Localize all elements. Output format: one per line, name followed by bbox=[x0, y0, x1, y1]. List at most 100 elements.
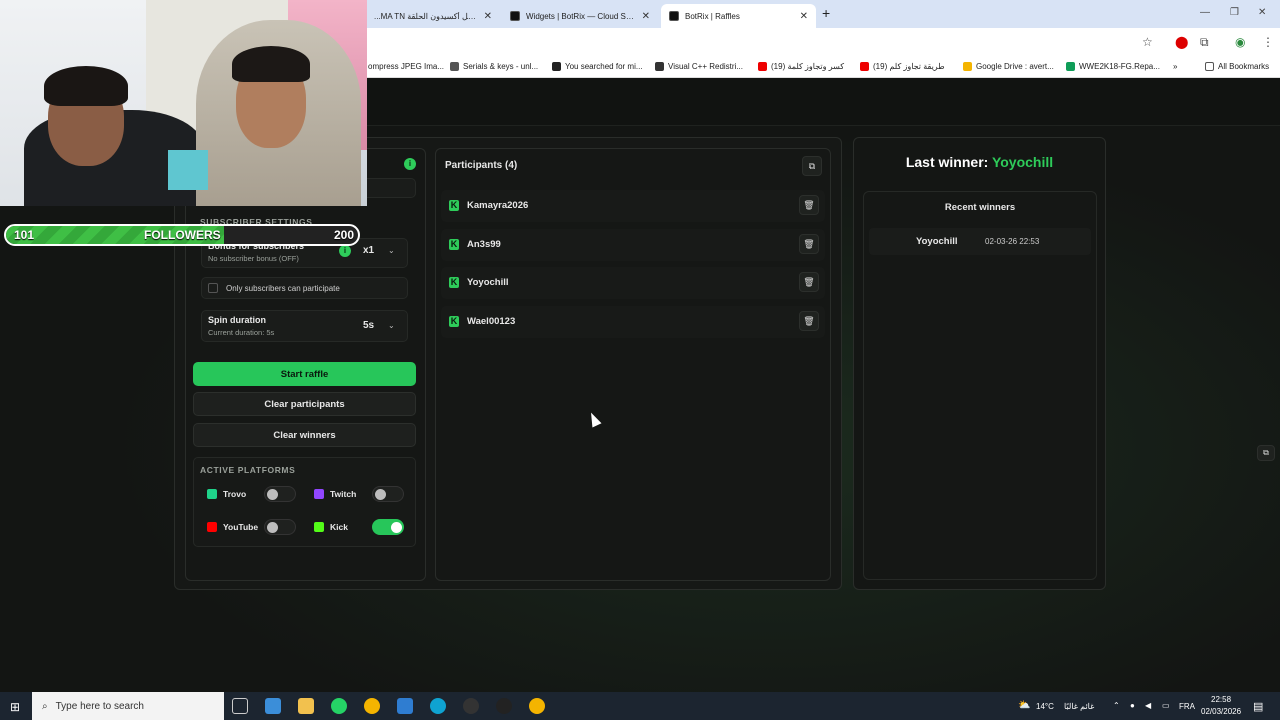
clear-winners-button[interactable]: Clear winners bbox=[193, 423, 416, 447]
trovo-toggle[interactable] bbox=[264, 486, 296, 502]
obs-icon[interactable] bbox=[463, 698, 479, 714]
kick-icon: K bbox=[449, 239, 459, 250]
close-window-icon[interactable]: ✕ bbox=[1258, 7, 1266, 18]
twitch-icon bbox=[314, 489, 324, 499]
participant-name: Wael00123 bbox=[467, 316, 516, 327]
close-icon[interactable]: ✕ bbox=[484, 11, 492, 22]
microphone-icon[interactable]: ● bbox=[1130, 701, 1135, 710]
menu-icon[interactable]: ⋮ bbox=[1262, 35, 1274, 49]
platform-label: Kick bbox=[330, 522, 348, 532]
recent-winner-date: 02-03-26 22:53 bbox=[985, 237, 1040, 246]
followers-current: 101 bbox=[14, 228, 35, 242]
google-drive-icon bbox=[963, 62, 972, 71]
app-icon[interactable] bbox=[496, 698, 512, 714]
language-indicator[interactable]: FRA bbox=[1179, 702, 1195, 711]
bookmark-label: Google Drive : avert... bbox=[976, 62, 1054, 71]
tab-raffles[interactable]: BotRix | Raffles ✕ bbox=[661, 4, 816, 28]
trash-icon[interactable]: 🗑 bbox=[799, 195, 819, 215]
network-icon[interactable]: ▭ bbox=[1162, 701, 1170, 710]
notifications-icon[interactable]: ▤ bbox=[1253, 700, 1263, 713]
star-icon[interactable]: ☆ bbox=[1142, 35, 1153, 49]
participant-name: Kamayra2026 bbox=[467, 200, 529, 211]
webcam-overlay bbox=[0, 0, 367, 206]
bonus-multiplier-select[interactable]: x1 bbox=[363, 245, 374, 256]
start-raffle-button[interactable]: Start raffle bbox=[193, 362, 416, 386]
task-view-icon[interactable] bbox=[232, 698, 248, 714]
close-icon[interactable]: ✕ bbox=[800, 11, 808, 22]
bookmark-item[interactable]: ompress JPEG Ima... bbox=[368, 62, 444, 71]
trash-icon[interactable]: 🗑 bbox=[799, 272, 819, 292]
participant-name: Yoyochill bbox=[467, 277, 509, 288]
minimize-icon[interactable]: — bbox=[1200, 7, 1210, 18]
edge-icon[interactable] bbox=[430, 698, 446, 714]
trash-icon[interactable]: 🗑 bbox=[799, 311, 819, 331]
kick-icon bbox=[314, 522, 324, 532]
tab-widgets[interactable]: Widgets | BotRix — Cloud Strea ✕ bbox=[502, 4, 658, 28]
weather-icon[interactable]: ⛅ bbox=[1018, 700, 1030, 711]
chrome-active-icon[interactable] bbox=[529, 698, 545, 714]
tab-title: BotRix | Raffles bbox=[685, 11, 740, 21]
youtube-icon bbox=[207, 522, 217, 532]
last-winner-heading: Last winner: Yoyochill bbox=[853, 154, 1106, 170]
bookmark-label: Visual C++ Redistri... bbox=[668, 62, 743, 71]
restore-icon[interactable]: ❐ bbox=[1230, 7, 1239, 18]
youtube-toggle[interactable] bbox=[264, 519, 296, 535]
volume-icon[interactable]: ◀ bbox=[1145, 701, 1151, 710]
bookmark-item[interactable]: Visual C++ Redistri... bbox=[655, 62, 743, 71]
new-tab-button[interactable]: + bbox=[822, 5, 830, 21]
followers-label: FOLLOWERS bbox=[144, 228, 221, 242]
chrome-icon[interactable] bbox=[364, 698, 380, 714]
platform-label: YouTube bbox=[223, 522, 259, 532]
followers-goal-bar: 101 FOLLOWERS 200 bbox=[4, 224, 360, 246]
bookmarks-overflow-button[interactable]: » bbox=[1173, 62, 1177, 71]
tab-title: Widgets | BotRix — Cloud Strea bbox=[526, 11, 636, 21]
windows-taskbar: ⊞ ⌕ Type here to search ⛅ 14°C غائم غالب… bbox=[0, 692, 1280, 720]
clear-participants-button[interactable]: Clear participants bbox=[193, 392, 416, 416]
file-explorer-icon[interactable] bbox=[298, 698, 314, 714]
platform-trovo: Trovo bbox=[207, 489, 246, 499]
kick-icon: K bbox=[449, 200, 459, 211]
spin-duration-title: Spin duration bbox=[208, 315, 266, 325]
youtube-icon bbox=[860, 62, 869, 71]
opera-extension-icon[interactable]: ⬤ bbox=[1175, 35, 1188, 49]
youtube-icon bbox=[758, 62, 767, 71]
kick-toggle[interactable] bbox=[372, 519, 404, 535]
store-icon[interactable] bbox=[265, 698, 281, 714]
chevron-up-icon[interactable]: ⌃ bbox=[1113, 701, 1120, 710]
close-icon[interactable]: ✕ bbox=[642, 11, 650, 22]
tab-series[interactable]: ...MA TN مسلسل أكسيدون الحلقة ✕ bbox=[366, 4, 500, 28]
kick-icon: K bbox=[449, 316, 459, 327]
recent-winners-title: Recent winners bbox=[944, 202, 1016, 213]
whatsapp-icon[interactable] bbox=[331, 698, 347, 714]
trash-icon[interactable]: 🗑 bbox=[799, 234, 819, 254]
clock-time[interactable]: 22:58 bbox=[1211, 695, 1231, 704]
bonus-subtitle: No subscriber bonus (OFF) bbox=[208, 254, 299, 263]
bookmark-item[interactable]: Serials & keys - unl... bbox=[450, 62, 538, 71]
side-panel-icon[interactable]: ⧉ bbox=[1257, 445, 1275, 461]
only-subscribers-label: Only subscribers can participate bbox=[226, 284, 340, 293]
extensions-icon[interactable]: ⧉ bbox=[1200, 35, 1209, 50]
folder-icon bbox=[1205, 62, 1214, 71]
profile-icon[interactable]: ◉ bbox=[1235, 35, 1245, 49]
bookmark-icon bbox=[655, 62, 664, 71]
mail-icon[interactable] bbox=[397, 698, 413, 714]
copy-icon[interactable]: ⧉ bbox=[802, 156, 822, 176]
bookmark-item[interactable]: طريقة تجاوز كلم (19) bbox=[860, 62, 945, 71]
bookmark-label: WWE2K18-FG.Repa... bbox=[1079, 62, 1160, 71]
bookmark-label: Serials & keys - unl... bbox=[463, 62, 539, 71]
windows-start-icon[interactable]: ⊞ bbox=[10, 700, 20, 714]
info-icon[interactable]: i bbox=[404, 158, 416, 170]
only-subscribers-checkbox[interactable] bbox=[208, 283, 218, 293]
clock-date[interactable]: 02/03/2026 bbox=[1201, 707, 1241, 716]
bookmark-item[interactable]: WWE2K18-FG.Repa... bbox=[1066, 62, 1160, 71]
spin-duration-select[interactable]: 5s bbox=[363, 320, 374, 331]
twitch-toggle[interactable] bbox=[372, 486, 404, 502]
followers-goal: 200 bbox=[334, 228, 355, 242]
info-icon[interactable]: i bbox=[339, 245, 351, 257]
bookmark-item[interactable]: كسر وتجاوز كلمة (19) bbox=[758, 62, 844, 71]
bookmark-item[interactable]: You searched for mi... bbox=[552, 62, 643, 71]
active-platforms-label: ACTIVE PLATFORMS bbox=[200, 465, 296, 475]
taskbar-search[interactable]: ⌕ Type here to search bbox=[32, 692, 224, 720]
bookmark-item[interactable]: Google Drive : avert... bbox=[963, 62, 1054, 71]
all-bookmarks-button[interactable]: All Bookmarks bbox=[1205, 62, 1269, 71]
